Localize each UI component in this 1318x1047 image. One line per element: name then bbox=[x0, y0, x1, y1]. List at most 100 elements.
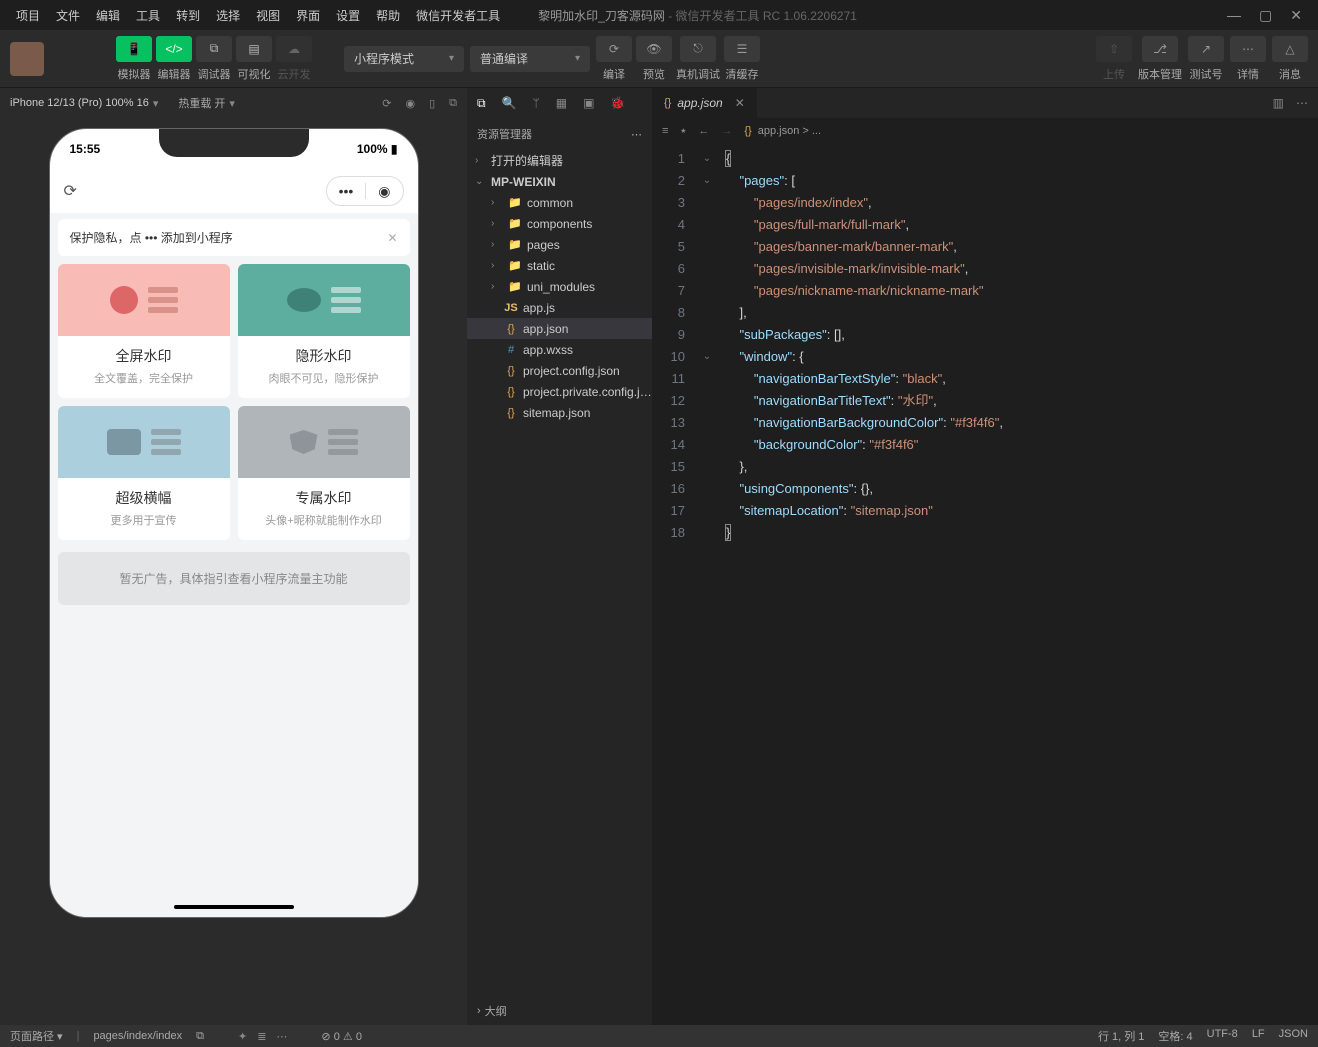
fwd-icon[interactable]: → bbox=[721, 125, 732, 138]
visual-toggle[interactable]: ▤ bbox=[236, 36, 272, 62]
menu-settings[interactable]: 设置 bbox=[328, 1, 368, 30]
editor-toggle[interactable]: </> bbox=[156, 36, 192, 62]
section-outline[interactable]: ›大纲 bbox=[467, 997, 652, 1025]
layers-icon[interactable]: ≣ bbox=[257, 1030, 266, 1043]
home-indicator bbox=[174, 905, 294, 909]
clear-cache-button[interactable]: ☰ bbox=[724, 36, 760, 62]
phone-battery: 100% ▮ bbox=[357, 142, 398, 156]
device-icon[interactable]: ▯ bbox=[429, 97, 435, 110]
message-button[interactable]: △ bbox=[1272, 36, 1308, 62]
tab-close-icon[interactable]: ✕ bbox=[735, 96, 745, 110]
menu-wechat-devtools[interactable]: 微信开发者工具 bbox=[408, 1, 508, 30]
menu-goto[interactable]: 转到 bbox=[168, 1, 208, 30]
file-sitemap-json[interactable]: {}sitemap.json bbox=[467, 402, 652, 423]
card-fullscreen-watermark[interactable]: 全屏水印全文覆盖，完全保护 bbox=[58, 264, 230, 398]
debugger-toggle[interactable]: ⧉ bbox=[196, 36, 232, 62]
bookmark-icon[interactable]: ▣ bbox=[583, 96, 594, 110]
encoding[interactable]: UTF-8 bbox=[1207, 1028, 1238, 1044]
section-root[interactable]: ⌄MP-WEIXIN bbox=[467, 171, 652, 192]
search-icon[interactable]: 🔍 bbox=[502, 96, 517, 110]
split-editor-icon[interactable]: ▥ bbox=[1273, 96, 1284, 110]
problems[interactable]: ⊘ 0 ⚠ 0 bbox=[321, 1030, 362, 1043]
folder-pages[interactable]: ›📁pages bbox=[467, 234, 652, 255]
simulator-panel: iPhone 12/13 (Pro) 100% 16▾ 热重载 开▾ ⟳ ◉ ▯… bbox=[0, 88, 467, 1025]
card-invisible-watermark[interactable]: 隐形水印肉眼不可见，隐形保护 bbox=[238, 264, 410, 398]
menu-edit[interactable]: 编辑 bbox=[88, 1, 128, 30]
folder-uni-modules[interactable]: ›📁uni_modules bbox=[467, 276, 652, 297]
wand-icon[interactable]: ✦ bbox=[238, 1030, 247, 1043]
language-mode[interactable]: JSON bbox=[1279, 1028, 1308, 1044]
file-app-js[interactable]: JSapp.js bbox=[467, 297, 652, 318]
window-close-icon[interactable]: ✕ bbox=[1290, 7, 1302, 24]
eol[interactable]: LF bbox=[1252, 1028, 1265, 1044]
refresh-icon[interactable]: ⟳ bbox=[382, 97, 391, 110]
page-path[interactable]: pages/index/index bbox=[93, 1030, 182, 1042]
editor-panel: {}app.json✕ ▥ ⋯ ≡ ⭑ ← → {}app.json > ... 123… bbox=[652, 88, 1318, 1025]
phone-preview: 15:55100% ▮ ⟳ •••◉ 保护隐私，点 ••• 添加到小程序✕ 全屏… bbox=[49, 128, 419, 918]
capsule-menu[interactable]: •••◉ bbox=[326, 176, 404, 206]
explorer-more-icon[interactable]: ⋯ bbox=[631, 128, 642, 141]
breadcrumb[interactable]: {}app.json > ... bbox=[744, 125, 821, 137]
menu-project[interactable]: 项目 bbox=[8, 1, 48, 30]
menu-tools[interactable]: 工具 bbox=[128, 1, 168, 30]
file-app-json[interactable]: {}app.json bbox=[467, 318, 652, 339]
privacy-hint[interactable]: 保护隐私，点 ••• 添加到小程序✕ bbox=[58, 219, 410, 256]
menu-help[interactable]: 帮助 bbox=[368, 1, 408, 30]
menu-bar: 项目 文件 编辑 工具 转到 选择 视图 界面 设置 帮助 微信开发者工具 黎明… bbox=[0, 0, 1318, 30]
line-numbers: 123456789101112131415161718 bbox=[652, 144, 697, 1025]
card-banner[interactable]: 超级横幅更多用于宣传 bbox=[58, 406, 230, 540]
branch-icon[interactable]: ᛘ bbox=[533, 96, 540, 110]
simulator-label: 模拟器 bbox=[116, 66, 152, 82]
copy-path-icon[interactable]: ⧉ bbox=[196, 1030, 204, 1043]
cursor-position[interactable]: 行 1, 列 1 bbox=[1098, 1028, 1144, 1044]
fold-gutter[interactable]: ⌄⌄⌄ bbox=[697, 144, 717, 1025]
extensions-icon[interactable]: ▦ bbox=[556, 96, 567, 110]
window-max-icon[interactable]: ▢ bbox=[1259, 7, 1272, 24]
bug-icon[interactable]: 🐞 bbox=[610, 96, 625, 110]
preview-button[interactable]: 👁 bbox=[636, 36, 672, 62]
code-text[interactable]: { "pages": [ "pages/index/index", "pages… bbox=[717, 144, 1318, 1025]
files-icon[interactable]: ⧉ bbox=[477, 96, 486, 111]
app-refresh-icon[interactable]: ⟳ bbox=[64, 181, 77, 201]
editor-tab-app-json[interactable]: {}app.json✕ bbox=[652, 88, 757, 118]
folder-static[interactable]: ›📁static bbox=[467, 255, 652, 276]
compile-select[interactable]: 普通编译▾ bbox=[470, 46, 590, 72]
remote-debug-button[interactable]: ⎋ bbox=[680, 36, 716, 62]
simulator-toggle[interactable]: 📱 bbox=[116, 36, 152, 62]
window-min-icon[interactable]: — bbox=[1227, 7, 1241, 24]
cloud-label: 云开发 bbox=[276, 66, 312, 82]
menu-interface[interactable]: 界面 bbox=[288, 1, 328, 30]
more-icon[interactable]: ⋯ bbox=[1296, 96, 1308, 110]
file-app-wxss[interactable]: #app.wxss bbox=[467, 339, 652, 360]
folder-components[interactable]: ›📁components bbox=[467, 213, 652, 234]
section-opened-editors[interactable]: ›打开的编辑器 bbox=[467, 150, 652, 171]
menu-file[interactable]: 文件 bbox=[48, 1, 88, 30]
card-exclusive-watermark[interactable]: 专属水印头像+昵称就能制作水印 bbox=[238, 406, 410, 540]
mode-select[interactable]: 小程序模式▾ bbox=[344, 46, 464, 72]
cloud-toggle[interactable]: ☁ bbox=[276, 36, 312, 62]
indent[interactable]: 空格: 4 bbox=[1158, 1028, 1192, 1044]
hint-close-icon[interactable]: ✕ bbox=[387, 231, 397, 245]
window-title: 黎明加水印_刀客源码网 - 微信开发者工具 RC 1.06.2206271 bbox=[538, 7, 857, 24]
list-icon[interactable]: ≡ bbox=[662, 125, 668, 138]
visual-label: 可视化 bbox=[236, 66, 272, 82]
record-icon[interactable]: ◉ bbox=[405, 97, 415, 110]
back-icon[interactable]: ← bbox=[698, 125, 709, 138]
menu-view[interactable]: 视图 bbox=[248, 1, 288, 30]
menu-select[interactable]: 选择 bbox=[208, 1, 248, 30]
version-button[interactable]: ⎇ bbox=[1142, 36, 1178, 62]
upload-button[interactable]: ⇧ bbox=[1096, 36, 1132, 62]
file-project-private-config[interactable]: {}project.private.config.js... bbox=[467, 381, 652, 402]
device-select[interactable]: iPhone 12/13 (Pro) 100% 16 bbox=[10, 97, 149, 109]
file-project-config[interactable]: {}project.config.json bbox=[467, 360, 652, 381]
user-avatar[interactable] bbox=[10, 42, 44, 76]
page-path-label: 页面路径 ▾ bbox=[10, 1028, 63, 1044]
hot-reload-toggle[interactable]: 热重载 开 bbox=[178, 95, 225, 111]
compile-button[interactable]: ⟳ bbox=[596, 36, 632, 62]
more-status-icon[interactable]: ⋯ bbox=[276, 1030, 287, 1043]
popout-icon[interactable]: ⧉ bbox=[449, 97, 457, 110]
testid-button[interactable]: ↗ bbox=[1188, 36, 1224, 62]
bookmark-icon[interactable]: ⭑ bbox=[680, 125, 686, 138]
detail-button[interactable]: ⋯ bbox=[1230, 36, 1266, 62]
folder-common[interactable]: ›📁common bbox=[467, 192, 652, 213]
